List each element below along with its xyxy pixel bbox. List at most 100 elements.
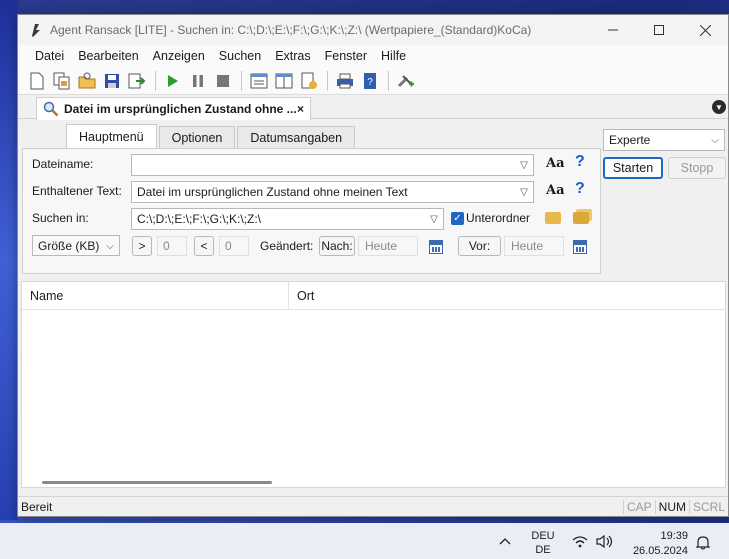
status-cap: CAP [622, 499, 655, 514]
report-icon [301, 72, 317, 89]
menu-datei[interactable]: Datei [28, 49, 71, 63]
wifi-icon [572, 535, 588, 547]
menu-suchen[interactable]: Suchen [212, 49, 268, 63]
close-icon [699, 24, 711, 36]
column-header-name[interactable]: Name [22, 282, 289, 309]
content-combobox[interactable]: Datei im ursprünglichen Zustand ohne mei… [131, 181, 534, 203]
status-scrl: SCRL [688, 499, 728, 514]
help-book-button[interactable]: ? [359, 70, 381, 92]
open-button[interactable] [76, 70, 98, 92]
subfolders-label: Unterordner [466, 211, 531, 225]
maximize-button[interactable] [636, 15, 682, 45]
subfolders-checkbox[interactable]: ✓ [451, 212, 464, 225]
status-bar: Bereit CAP NUM SCRL [18, 496, 728, 516]
before-date-input[interactable]: Heute [504, 236, 564, 256]
content-value: Datei im ursprünglichen Zustand ohne mei… [137, 185, 408, 199]
columns-button[interactable] [273, 70, 295, 92]
size-unit-select[interactable]: Größe (KB) ⌵ [32, 235, 120, 256]
start-button[interactable]: Starten [603, 157, 663, 179]
stop-button[interactable] [212, 70, 234, 92]
pause-button[interactable] [187, 70, 209, 92]
content-case-sensitive-icon[interactable]: Aa [546, 183, 565, 198]
results-header: Name Ort [22, 282, 725, 310]
wifi-button[interactable] [571, 534, 589, 548]
chevron-down-icon[interactable]: ⌵ [101, 236, 119, 256]
column-header-ort[interactable]: Ort [289, 282, 314, 309]
report-button[interactable] [298, 70, 320, 92]
speaker-icon [596, 534, 613, 548]
help-book-icon: ? [364, 72, 376, 89]
tab-list-dropdown-icon[interactable]: ▼ [712, 100, 726, 114]
save-icon [105, 73, 119, 88]
content-help-icon[interactable]: ? [575, 180, 585, 198]
horizontal-scrollbar[interactable] [42, 481, 272, 484]
toolbar-separator [155, 70, 156, 91]
chevron-down-icon[interactable]: ▽ [515, 155, 533, 175]
chevron-down-icon[interactable]: ▽ [425, 209, 443, 229]
before-calendar-icon[interactable] [573, 240, 587, 254]
magnifier-icon [43, 101, 59, 117]
maximize-icon [654, 25, 664, 35]
tab-datumsangaben[interactable]: Datumsangaben [237, 126, 356, 148]
size-max-input[interactable]: 0 [219, 236, 249, 256]
filename-combobox[interactable]: ▽ [131, 154, 534, 176]
language-line2: DE [535, 544, 551, 556]
mode-select[interactable]: Experte ⌵ [603, 129, 725, 151]
status-num: NUM [654, 499, 689, 514]
chevron-down-icon[interactable]: ▽ [515, 182, 533, 202]
chevron-down-icon[interactable]: ⌵ [706, 130, 724, 150]
toolbar: ? [18, 67, 728, 95]
results-list[interactable]: Name Ort [21, 281, 726, 488]
tools-button[interactable] [395, 70, 417, 92]
language-indicator[interactable]: DEU DE [528, 529, 558, 557]
language-line1: DEU [531, 530, 555, 542]
tab-optionen[interactable]: Optionen [158, 126, 236, 148]
document-tab-bar: Datei im ursprünglichen Zustand ohne ...… [18, 95, 728, 120]
toolbar-separator [327, 70, 328, 91]
clock[interactable]: 19:39 26.05.2024 [626, 529, 688, 559]
stop-search-button[interactable]: Stopp [668, 157, 726, 179]
clock-date: 26.05.2024 [632, 545, 688, 557]
title-bar[interactable]: Agent Ransack [LITE] - Suchen in: C:\;D:… [18, 15, 728, 45]
size-greater-button[interactable]: > [132, 236, 152, 256]
tools-icon [397, 74, 414, 87]
window-title: Agent Ransack [LITE] - Suchen in: C:\;D:… [50, 23, 532, 37]
notifications-button[interactable] [694, 534, 712, 550]
before-button[interactable]: Vor: [458, 236, 501, 256]
lookin-combobox[interactable]: C:\;D:\;E:\;F:\;G:\;K:\;Z:\ ▽ [131, 208, 444, 230]
new-search-button[interactable] [26, 70, 48, 92]
tray-overflow-button[interactable] [496, 533, 514, 549]
print-button[interactable] [334, 70, 356, 92]
menu-bearbeiten[interactable]: Bearbeiten [71, 49, 145, 63]
taskbar: DEU DE 19:39 26.05.2024 [0, 523, 729, 559]
close-button[interactable] [682, 15, 728, 45]
save-button[interactable] [101, 70, 123, 92]
menu-anzeigen[interactable]: Anzeigen [146, 49, 212, 63]
after-date-input[interactable]: Heute [358, 236, 418, 256]
after-calendar-icon[interactable] [429, 240, 443, 254]
minimize-icon [608, 29, 618, 31]
search-document-tab[interactable]: Datei im ursprünglichen Zustand ohne ...… [36, 97, 311, 120]
minimize-button[interactable] [590, 15, 636, 45]
copy-button[interactable] [51, 70, 73, 92]
size-less-button[interactable]: < [194, 236, 214, 256]
export-button[interactable] [126, 70, 148, 92]
filename-help-icon[interactable]: ? [575, 153, 585, 171]
menu-extras[interactable]: Extras [268, 49, 317, 63]
start-search-button[interactable] [162, 70, 184, 92]
size-min-input[interactable]: 0 [157, 236, 187, 256]
filename-case-sensitive-icon[interactable]: Aa [546, 156, 565, 171]
menu-fenster[interactable]: Fenster [318, 49, 374, 63]
browse-folder-icon[interactable] [545, 212, 561, 224]
volume-button[interactable] [595, 534, 615, 548]
after-button[interactable]: Nach: [319, 236, 355, 256]
tab-hauptmenue[interactable]: Hauptmenü [66, 124, 157, 148]
lookin-value: C:\;D:\;E:\;F:\;G:\;K:\;Z:\ [137, 212, 262, 226]
menu-hilfe[interactable]: Hilfe [374, 49, 413, 63]
tab-close-icon[interactable]: × [297, 102, 304, 116]
results-view-button[interactable] [248, 70, 270, 92]
new-search-icon [30, 72, 44, 89]
search-criteria-panel: Dateiname: ▽ Aa ? Enthaltener Text: Date… [22, 148, 601, 274]
multi-folder-icon[interactable] [573, 212, 589, 224]
modified-label: Geändert: [260, 239, 314, 253]
